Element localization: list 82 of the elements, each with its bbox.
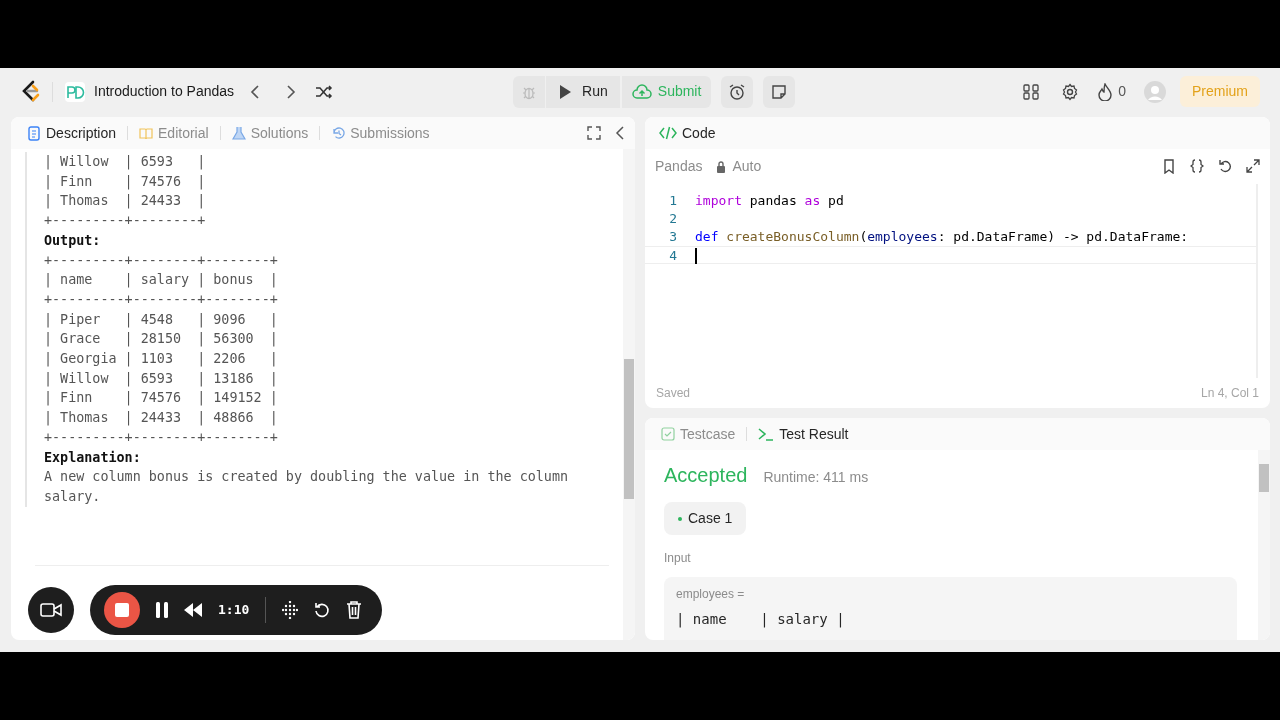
flask-icon: [231, 125, 246, 141]
output-label: Output:: [44, 231, 102, 250]
settings-icon: [1061, 82, 1080, 101]
parameter-name: employees =: [676, 586, 746, 603]
terminal-icon: [758, 427, 775, 441]
video-camera-icon: [40, 602, 62, 618]
table-line: +---------+--------+--------+: [44, 251, 279, 270]
line-number: 3: [668, 228, 678, 246]
panel-tab[interactable]: Testcase: [657, 423, 740, 445]
table-line: +---------+--------+--------+: [44, 290, 279, 309]
expand-icon[interactable]: [1246, 159, 1260, 174]
table-line: +---------+--------+--------+: [44, 428, 279, 447]
explanation-text: A new column bonus is created by doubling the value in the column salary.: [44, 468, 570, 506]
stop-button[interactable]: [104, 592, 140, 628]
case-tab[interactable]: Case 1: [664, 502, 747, 535]
timer-button[interactable]: [721, 75, 754, 108]
panel-tab[interactable]: Editorial: [135, 122, 213, 144]
table-line: | Thomas | 24433 |: [44, 192, 207, 211]
table-line: | Willow | 6593 | 13186 |: [44, 369, 279, 389]
runtime: Runtime: 411 ms: [763, 468, 869, 487]
line-number: 1: [668, 192, 678, 210]
fullscreen-icon[interactable]: [587, 126, 601, 140]
submit-button[interactable]: Submit: [621, 75, 712, 108]
document-icon: [27, 125, 41, 141]
code-line: import pandas as pd: [695, 192, 844, 210]
verdict: Accepted: [664, 463, 748, 488]
scrollbar[interactable]: [1258, 450, 1270, 640]
code-tab[interactable]: Code: [655, 122, 720, 144]
table-line: | Finn | 74576 | 149152 |: [44, 389, 279, 408]
language-selector[interactable]: Pandas: [655, 156, 703, 177]
stop-icon: [115, 603, 129, 617]
line-number: 2: [668, 210, 678, 228]
bookmark-icon[interactable]: [1162, 159, 1176, 174]
course-icon: [65, 81, 85, 102]
premium-button[interactable]: Premium: [1180, 76, 1260, 107]
play-icon: [558, 83, 573, 100]
table-line: | Piper | 4548 | 9096 |: [44, 310, 279, 330]
trash-icon[interactable]: [346, 601, 363, 619]
rewind-icon[interactable]: [184, 603, 202, 617]
recording-time: 1:10: [218, 601, 250, 620]
table-line: | Willow | 6593 |: [44, 153, 207, 172]
restart-icon[interactable]: [314, 602, 331, 618]
mode-selector[interactable]: Auto: [716, 156, 762, 177]
code-line: def createBonusColumn(employees: pd.DataFrame) -> pd.DataFrame:: [695, 228, 1189, 246]
alarm-clock-icon: [728, 82, 747, 101]
table-line: | Georgia | 1103 | 2206 |: [44, 350, 279, 369]
flame-icon: [1098, 82, 1113, 101]
streak-button[interactable]: 0: [1090, 75, 1134, 108]
table-line: | Grace | 28150 | 56300 |: [44, 330, 279, 349]
code-icon: [659, 126, 677, 140]
table-line: +---------+--------+: [44, 212, 207, 231]
problem-title[interactable]: Introduction to Pandas: [94, 81, 235, 102]
braces-icon[interactable]: [1190, 159, 1204, 174]
table-line: | Finn | 74576 |: [44, 172, 207, 192]
collapse-icon[interactable]: [615, 126, 625, 140]
panel-tab[interactable]: Solutions: [227, 122, 313, 144]
input-label: Input: [664, 550, 692, 567]
pause-icon[interactable]: [156, 602, 168, 618]
save-status: Saved: [656, 385, 691, 402]
lock-icon: [716, 160, 727, 173]
scrollbar[interactable]: [623, 149, 635, 640]
run-button[interactable]: Run: [546, 75, 620, 108]
explanation-label: Explanation:: [44, 448, 142, 467]
logo-icon[interactable]: [20, 79, 40, 104]
panel-tab[interactable]: Submissions: [327, 122, 434, 144]
note-button[interactable]: [763, 75, 796, 108]
cursor-position: Ln 4, Col 1: [1200, 385, 1259, 402]
reset-icon[interactable]: [1218, 159, 1232, 174]
input-value: | name | salary |: [676, 610, 846, 630]
checkbox-icon: [661, 427, 675, 441]
text-cursor: [695, 248, 697, 264]
table-line: | Thomas | 24433 | 48866 |: [44, 409, 279, 428]
panel-tab[interactable]: Description: [23, 122, 121, 144]
note-icon: [771, 83, 788, 100]
panel-tab[interactable]: Test Result: [754, 423, 853, 445]
cloud-upload-icon: [631, 83, 652, 100]
book-icon: [139, 125, 154, 141]
dots-icon[interactable]: [282, 601, 299, 619]
line-number: 4: [668, 247, 678, 263]
history-icon: [331, 125, 346, 141]
table-line: | name | salary | bonus |: [44, 271, 279, 290]
grid-icon: [1023, 83, 1040, 100]
